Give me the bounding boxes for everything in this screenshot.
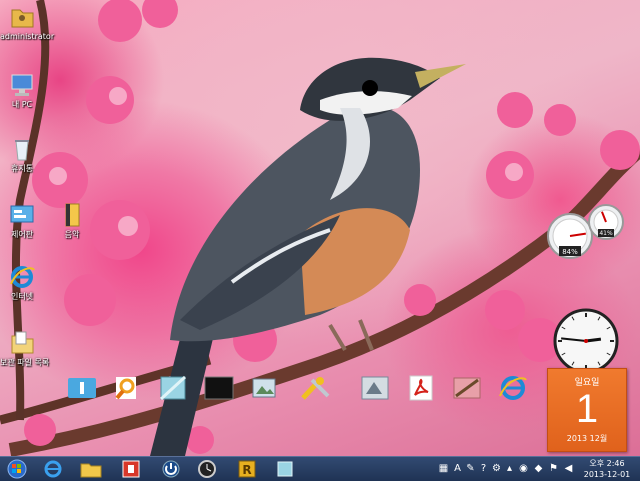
- cpu-meter-gadget[interactable]: 84% 41%: [544, 202, 628, 260]
- desktop-icon-label: 제어판: [10, 230, 34, 239]
- ime-mode-indicator[interactable]: A: [452, 462, 463, 475]
- user-folder-icon: [8, 4, 36, 30]
- power-icon: [162, 460, 180, 478]
- dock-item-picture-viewer[interactable]: [250, 374, 280, 402]
- taskbar-power[interactable]: [158, 459, 184, 479]
- recycle-bin-icon: [8, 136, 36, 162]
- computer-icon: [8, 72, 36, 98]
- taskbar-clock-app[interactable]: [194, 459, 220, 479]
- dock-item-scanner[interactable]: [360, 374, 390, 402]
- glass-window-icon: [159, 375, 187, 401]
- desktop-icon-label: 휴지통: [10, 164, 34, 173]
- start-orb-icon: [7, 459, 27, 479]
- taskbar: R ▦ A ✎ ? ⚙ ▴ ◉ ◆ ⚑ ◀ 오후 2:46 2013-12-01: [0, 456, 640, 481]
- volume-icon[interactable]: ◀: [563, 462, 574, 475]
- taskbar-window-app[interactable]: [272, 459, 298, 479]
- desktop-icon-label: 내 PC: [11, 100, 33, 109]
- taskbar-clock[interactable]: 오후 2:46 2013-12-01: [580, 458, 634, 480]
- taskbar-file-explorer[interactable]: [78, 459, 104, 479]
- desktop-icon-music[interactable]: 음악: [50, 202, 94, 240]
- desktop-icon-label: administrator: [0, 32, 55, 41]
- magnifier-icon: [115, 377, 136, 400]
- media-app-icon: [122, 460, 140, 478]
- calendar-gadget[interactable]: 일요일 1 2013 12월: [547, 368, 627, 452]
- taskbar-media-app[interactable]: [118, 459, 144, 479]
- desktop-icon-control-panel[interactable]: 제어판: [0, 202, 44, 240]
- desktop-icon-label: 인터넷: [10, 292, 34, 301]
- up-arrow-icon[interactable]: ▴: [504, 462, 515, 475]
- desktop-icon-label: 음악: [64, 230, 80, 239]
- window-app-icon: [277, 461, 293, 477]
- taskbar-date: 2013-12-01: [583, 470, 631, 479]
- dock-item-acrobat-pdf[interactable]: [406, 374, 436, 402]
- ram-percent-text: 41%: [599, 230, 613, 237]
- ime-icon[interactable]: ✎: [465, 462, 476, 475]
- r-app-icon: R: [238, 460, 256, 478]
- music-library-icon: [58, 202, 86, 228]
- internet-explorer-icon: [499, 376, 527, 400]
- desktop-icon-label: 보관 파일 목록: [0, 358, 50, 367]
- svg-text:R: R: [242, 463, 251, 477]
- shield-icon[interactable]: ◆: [533, 462, 544, 475]
- ram-gauge: 41%: [588, 204, 624, 240]
- dock-item-info-folder[interactable]: [67, 374, 97, 402]
- start-button[interactable]: [4, 459, 30, 479]
- documents-folder-icon: [8, 330, 36, 356]
- scanner-icon: [361, 376, 389, 400]
- desktop-icon-recycle-bin[interactable]: 휴지통: [0, 136, 44, 174]
- network-icon[interactable]: ◉: [518, 462, 529, 475]
- taskbar-internet-explorer[interactable]: [40, 459, 66, 479]
- analog-clock-gadget[interactable]: [546, 308, 626, 374]
- internet-explorer-icon: [8, 264, 36, 290]
- cpu-gauge: 84%: [547, 213, 593, 259]
- tools-icon: [301, 377, 330, 400]
- clock-app-icon: [198, 460, 216, 478]
- desktop-icon-archive[interactable]: 보관 파일 목록: [0, 330, 50, 368]
- cpu-percent-text: 84%: [562, 248, 578, 256]
- desktop-icon-internet[interactable]: 인터넷: [0, 264, 44, 302]
- desktop-icon-administrator[interactable]: administrator: [0, 4, 55, 42]
- image-edit-icon: [453, 377, 481, 399]
- help-icon[interactable]: ?: [478, 462, 489, 475]
- taskbar-time: 오후 2:46: [589, 459, 625, 468]
- flag-icon[interactable]: ⚑: [548, 462, 559, 475]
- settings-icon[interactable]: ⚙: [491, 462, 502, 475]
- acrobat-pdf-icon: [409, 375, 433, 401]
- desktop-icon-my-pc[interactable]: 내 PC: [0, 72, 44, 110]
- calendar-month-year: 2013 12월: [566, 434, 608, 443]
- internet-explorer-icon: [44, 460, 62, 478]
- dock-item-magnifier[interactable]: [112, 374, 142, 402]
- black-screen-icon: [204, 376, 234, 400]
- calendar-day-number: 1: [575, 387, 599, 431]
- keyboard-icon[interactable]: ▦: [438, 462, 449, 475]
- dock-item-glass-window[interactable]: [158, 374, 188, 402]
- dock-item-tools[interactable]: [300, 374, 330, 402]
- taskbar-r-app[interactable]: R: [234, 459, 260, 479]
- dock-item-black-screen[interactable]: [204, 374, 234, 402]
- dock-item-image-edit[interactable]: [452, 374, 482, 402]
- info-folder-icon: [68, 378, 96, 398]
- hour-hand: [585, 337, 602, 343]
- control-panel-icon: [8, 202, 36, 228]
- file-explorer-icon: [80, 463, 102, 478]
- picture-viewer-icon: [252, 378, 276, 398]
- dock-item-internet-explorer[interactable]: [498, 374, 528, 402]
